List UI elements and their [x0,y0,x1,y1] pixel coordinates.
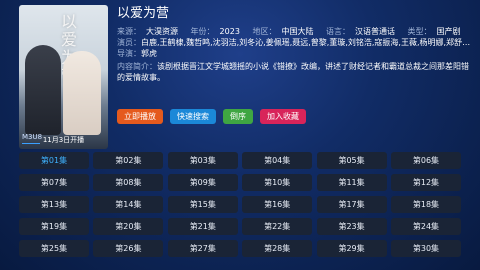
region-label: 地区： [252,27,277,36]
meta-row: 来源： 大淏资源 年份： 2023 地区： 中国大陆 语言： 汉语普通话 类型： 国产剧 [117,26,473,37]
episode-button[interactable]: 第05集 [316,152,387,169]
episode-button[interactable]: 第27集 [167,240,238,257]
episode-button[interactable]: 第10集 [242,174,313,191]
episode-button[interactable]: 第11集 [316,174,387,191]
episode-button[interactable]: 第02集 [93,152,164,169]
type-value: 国产剧 [436,27,461,36]
language-label: 语言： [326,27,350,36]
episode-button[interactable]: 第14集 [93,196,164,213]
episode-button[interactable]: 第30集 [390,240,461,257]
episode-button[interactable]: 第26集 [93,240,164,257]
episode-button[interactable]: 第21集 [167,218,238,235]
source-tab-label: M3U8 [22,133,43,141]
episode-button[interactable]: 第09集 [167,174,238,191]
episode-button[interactable]: 第15集 [167,196,238,213]
show-info: 以爱为营 来源： 大淏资源 年份： 2023 地区： 中国大陆 语言： 汉语普通话 类型… [117,6,473,83]
action-buttons: 立即播放 快速搜索 倒序 加入收藏 [117,109,306,124]
intro-value: 该剧根据晋江文学城翘摇的小说《错撩》改编，讲述了财经记者和霸道总裁之间那差阳错的… [117,62,469,82]
episode-button[interactable]: 第25集 [19,240,89,257]
episode-grid: 第01集 第02集 第03集 第04集 第05集 第06集第07集 第08集 第09集 第10集… [19,152,461,257]
year-label: 年份： [190,27,215,36]
director-value: 郭虎 [141,49,157,58]
source-tab-underline [22,143,40,144]
episode-button[interactable]: 第19集 [19,218,89,235]
episode-button[interactable]: 第01集 [19,152,89,169]
episode-button[interactable]: 第13集 [19,196,89,213]
episode-button[interactable]: 第23集 [316,218,387,235]
episode-button[interactable]: 第18集 [390,196,461,213]
episode-button[interactable]: 第22集 [242,218,313,235]
episode-button[interactable]: 第08集 [93,174,164,191]
intro-row: 内容简介：该剧根据晋江文学城翘摇的小说《错撩》改编，讲述了财经记者和霸道总裁之间… [117,61,469,83]
year-value: 2023 [219,27,240,36]
poster-image: 以爱为营 11月3日开播 [19,5,108,149]
poster-figure-male [25,45,61,135]
episode-button[interactable]: 第16集 [242,196,313,213]
episode-button[interactable]: 第04集 [242,152,313,169]
cast-label: 演员： [117,38,141,47]
director-label: 导演： [117,49,141,58]
episode-button[interactable]: 第28集 [242,240,313,257]
reverse-order-button[interactable]: 倒序 [223,109,253,124]
language-value: 汉语普通话 [355,27,395,36]
cast-value: 白鹿,王鹤棣,魏哲鸣,沈羽洁,刘冬沁,姜佩瑶,聂远,曾黎,董璇,刘铭浩,寇振海,… [141,38,473,47]
episode-button[interactable]: 第24集 [390,218,461,235]
director-row: 导演：郭虎 [117,48,473,59]
intro-label: 内容简介： [117,62,157,71]
region-value: 中国大陆 [281,27,314,36]
source-tab[interactable]: M3U8 [22,133,42,144]
episode-button[interactable]: 第29集 [316,240,387,257]
cast-row: 演员：白鹿,王鹤棣,魏哲鸣,沈羽洁,刘冬沁,姜佩瑶,聂远,曾黎,董璇,刘铭浩,寇… [117,37,473,48]
type-label: 类型： [407,27,432,36]
play-now-button[interactable]: 立即播放 [117,109,163,124]
episode-button[interactable]: 第03集 [167,152,238,169]
source-label: 来源： [117,27,141,36]
show-title: 以爱为营 [117,6,170,21]
source-value: 大淏资源 [146,27,178,36]
episode-button[interactable]: 第20集 [93,218,164,235]
episode-button[interactable]: 第06集 [390,152,461,169]
add-favorite-button[interactable]: 加入收藏 [260,109,306,124]
quick-search-button[interactable]: 快速搜索 [170,109,216,124]
episode-button[interactable]: 第12集 [390,174,461,191]
episode-button[interactable]: 第17集 [316,196,387,213]
poster-figure-female [63,51,101,135]
episode-button[interactable]: 第07集 [19,174,89,191]
